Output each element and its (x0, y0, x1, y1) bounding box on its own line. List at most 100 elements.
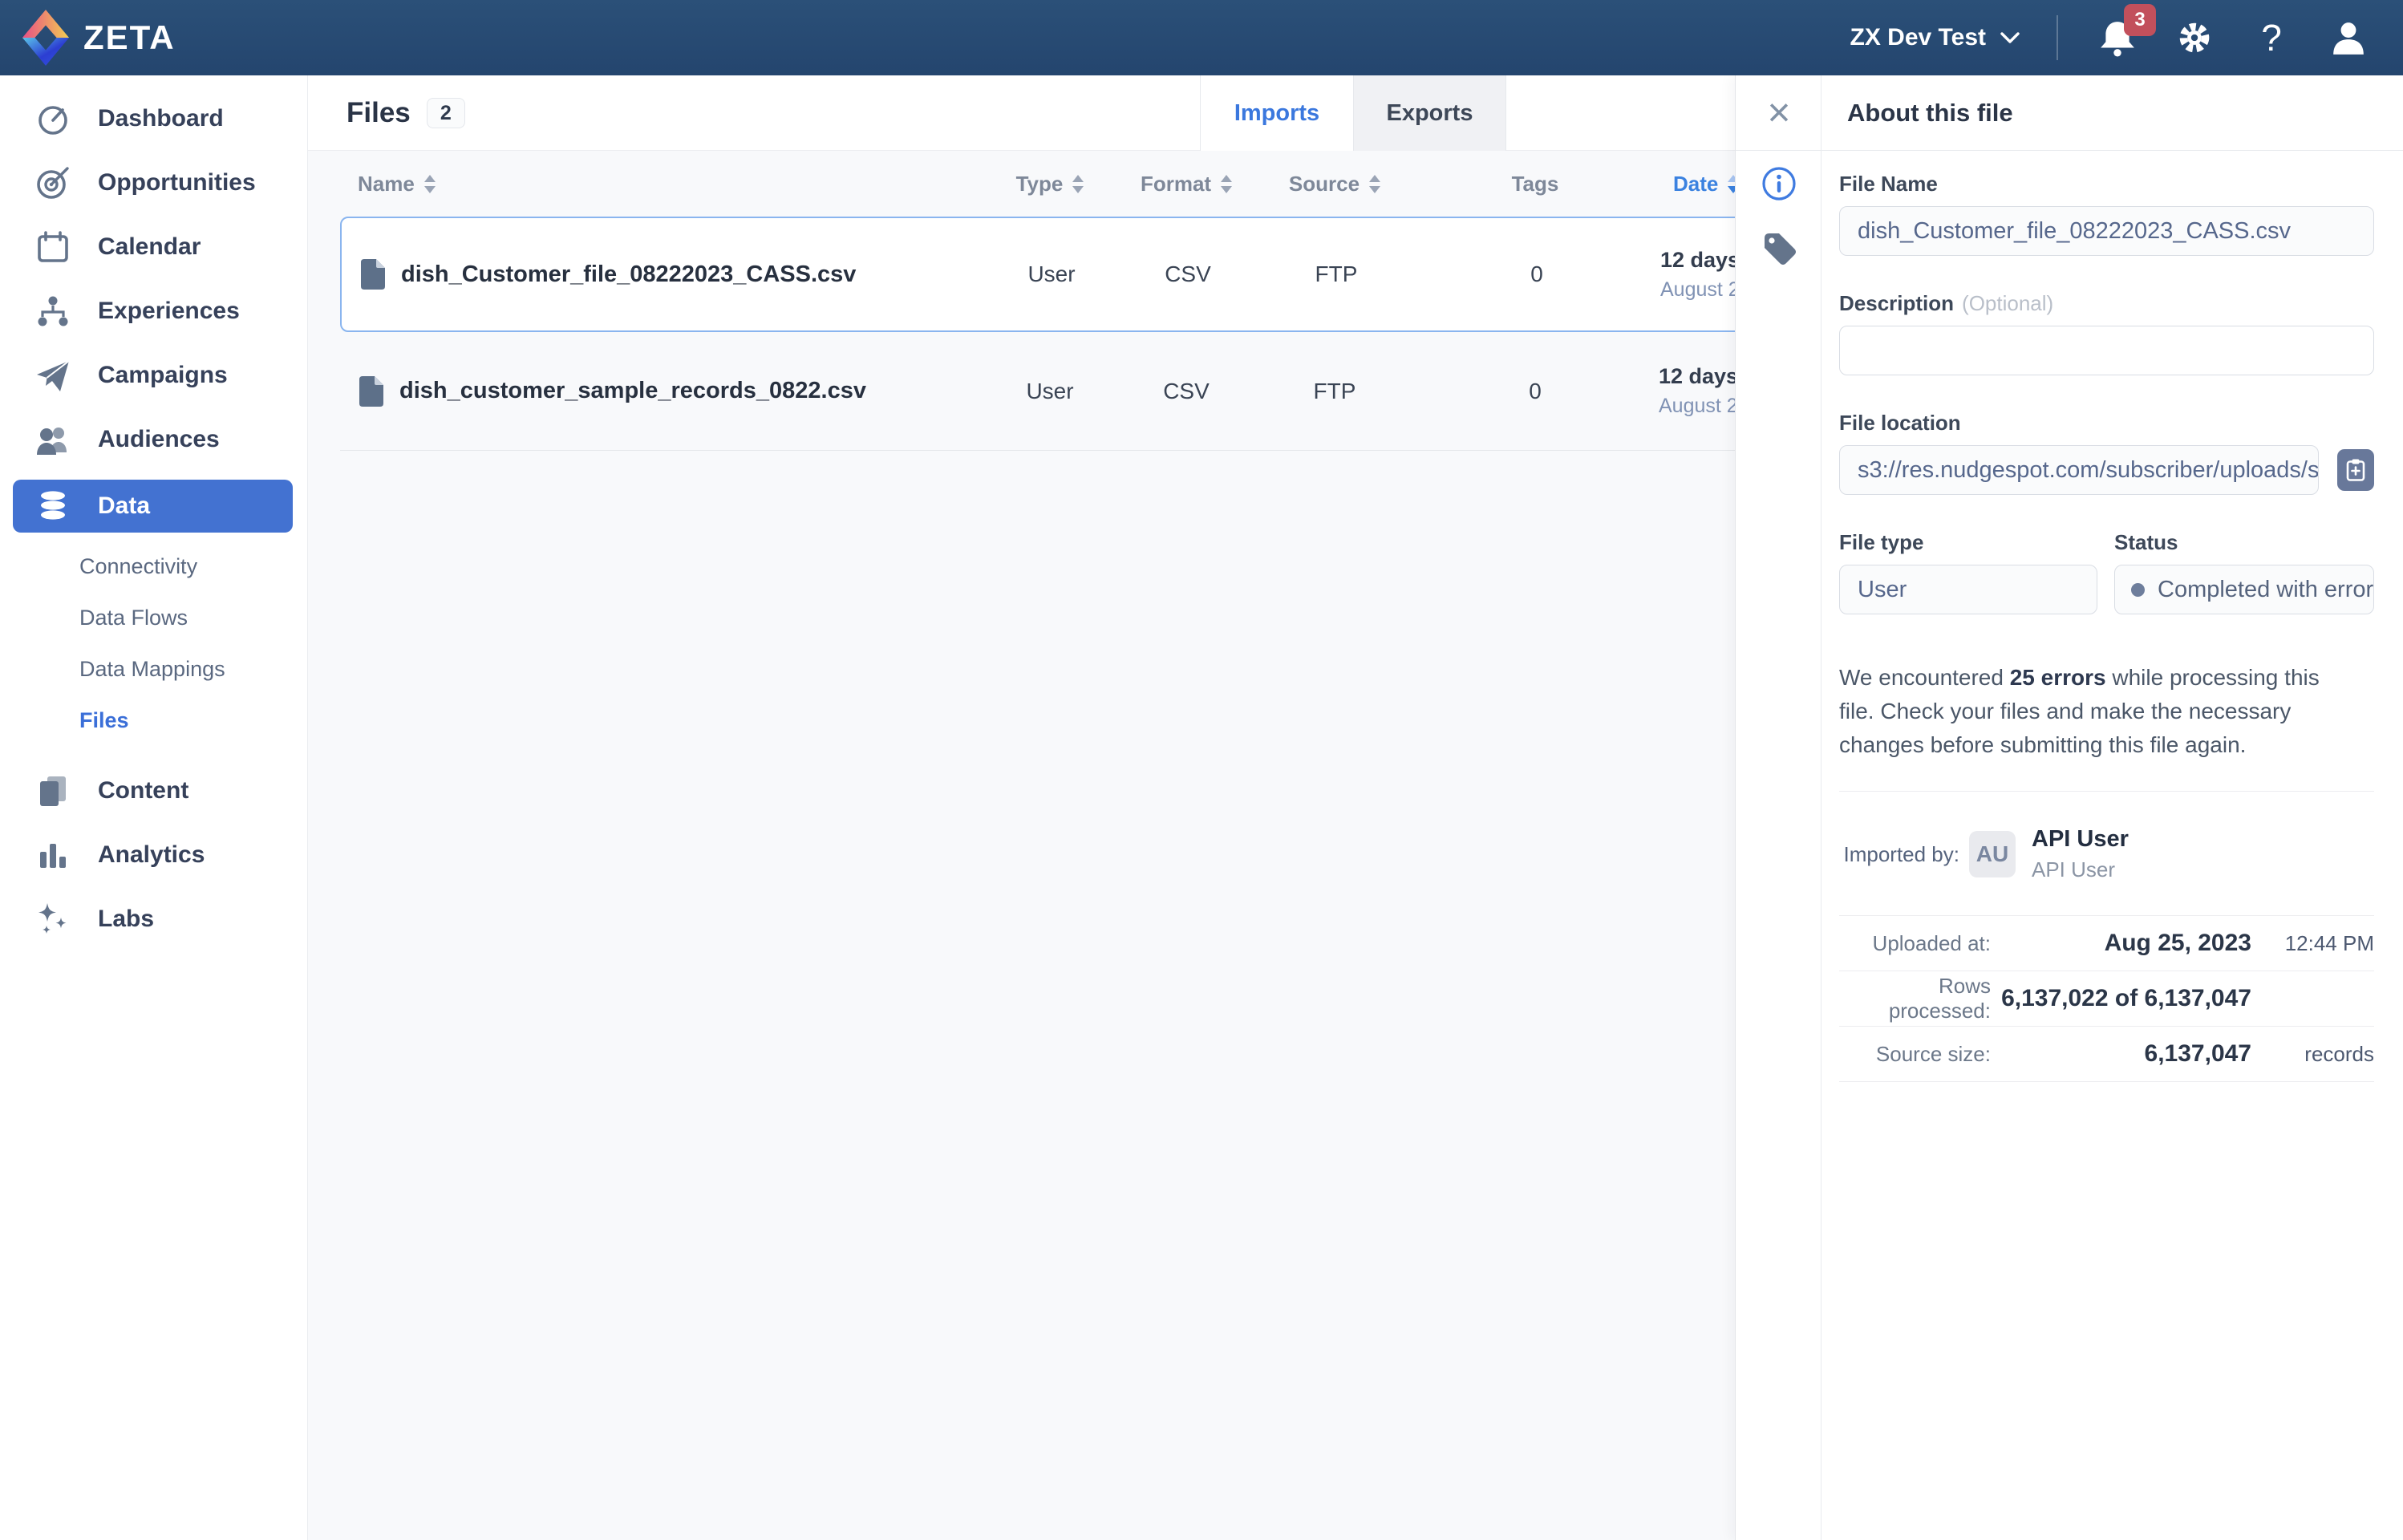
file-location-input[interactable]: s3://res.nudgespot.com/subscriber/upload… (1839, 445, 2319, 495)
column-label: Tags (1512, 172, 1559, 197)
sidebar-item-audiences[interactable]: Audiences (0, 407, 307, 472)
sidebar-item-labs[interactable]: Labs (0, 887, 307, 951)
meta-row-uploaded-at: Uploaded at: Aug 25, 2023 12:44 PM (1839, 916, 2374, 971)
account-switcher[interactable]: ZX Dev Test (1850, 24, 2020, 51)
file-format: CSV (1118, 379, 1254, 404)
table-row[interactable]: dish_customer_sample_records_0822.csv Us… (340, 332, 1893, 451)
navbar-divider (2057, 15, 2058, 60)
bar-chart-icon (35, 837, 71, 873)
column-label: Format (1141, 172, 1211, 197)
sidebar-item-calendar[interactable]: Calendar (0, 215, 307, 279)
sort-icon (424, 175, 436, 193)
file-type-input[interactable]: User (1839, 565, 2097, 614)
imported-by-label: Imported by: (1839, 842, 1959, 867)
close-icon[interactable]: × (1758, 88, 1800, 136)
meta-value: 6,137,047 (1991, 1040, 2251, 1068)
sidebar-subitem-data-flows[interactable]: Data Flows (0, 592, 307, 643)
sidebar-subitem-connectivity[interactable]: Connectivity (0, 541, 307, 592)
sidebar-item-analytics[interactable]: Analytics (0, 823, 307, 887)
label-text: File Name (1839, 172, 1938, 196)
meta-extra: records (2251, 1042, 2374, 1067)
file-icon (359, 376, 383, 407)
meta-label: Uploaded at: (1839, 931, 1991, 956)
file-type-label: File type (1839, 530, 2097, 555)
settings-button[interactable] (2172, 15, 2217, 60)
notifications-button[interactable]: 3 (2095, 15, 2140, 60)
sidebar-item-campaigns[interactable]: Campaigns (0, 343, 307, 407)
tab-imports[interactable]: Imports (1200, 75, 1353, 151)
brand-name: ZETA (83, 18, 176, 57)
column-header-name[interactable]: Name (340, 172, 982, 197)
account-name: ZX Dev Test (1850, 24, 1987, 51)
meta-value: Aug 25, 2023 (1991, 930, 2251, 957)
file-type: User (982, 379, 1118, 404)
chevron-down-icon (2000, 32, 2020, 44)
date-relative: 12 days (1660, 248, 1740, 272)
sidebar-item-label: Data (98, 492, 150, 520)
meta-extra: 12:44 PM (2251, 931, 2374, 956)
panel-title: About this file (1847, 75, 2013, 151)
brand[interactable]: ZETA (21, 8, 176, 67)
error-prefix: We encountered (1839, 665, 2010, 690)
column-label: Date (1673, 172, 1718, 197)
table-row[interactable]: dish_Customer_file_08222023_CASS.csv Use… (340, 217, 1893, 332)
column-header-format[interactable]: Format (1118, 172, 1254, 197)
tab-exports[interactable]: Exports (1353, 75, 1506, 151)
notification-count-badge: 3 (2124, 4, 2156, 36)
sidebar-subitem-files[interactable]: Files (0, 695, 307, 746)
label-text: File location (1839, 411, 1961, 435)
column-label: Type (1016, 172, 1064, 197)
sidebar-item-label: Dashboard (98, 105, 224, 132)
label-text: Description (1839, 291, 1954, 315)
meta-row-rows-processed: Rows processed: 6,137,022 of 6,137,047 (1839, 971, 2374, 1027)
sidebar-item-dashboard[interactable]: Dashboard (0, 87, 307, 151)
panel-body: File Name dish_Customer_file_08222023_CA… (1839, 151, 2374, 1540)
column-header-tags[interactable]: Tags (1415, 172, 1655, 197)
panel-header: About this file (1736, 75, 2403, 151)
sidebar-item-label: Opportunities (98, 169, 256, 197)
clipboard-plus-icon (2345, 458, 2366, 482)
user-menu-button[interactable] (2326, 15, 2371, 60)
sidebar-item-label: Experiences (98, 298, 240, 325)
info-tab-icon[interactable] (1761, 165, 1797, 202)
status-dot-icon (2131, 583, 2145, 597)
tag-tab-icon[interactable] (1761, 229, 1797, 266)
description-input[interactable] (1839, 326, 2374, 375)
file-tags-count: 0 (1416, 261, 1657, 287)
sidebar-item-opportunities[interactable]: Opportunities (0, 151, 307, 215)
status-field: Completed with errors (2114, 565, 2374, 614)
meta-label: Source size: (1839, 1042, 1991, 1067)
users-icon (35, 422, 71, 457)
sidebar-subitem-data-mappings[interactable]: Data Mappings (0, 643, 307, 695)
subitem-label: Data Mappings (79, 657, 225, 682)
top-navbar: ZETA ZX Dev Test 3 (0, 0, 2403, 75)
optional-hint: (Optional) (1962, 291, 2053, 315)
subitem-label: Data Flows (79, 606, 188, 630)
column-header-source[interactable]: Source (1254, 172, 1415, 197)
tree-icon (35, 294, 71, 329)
imported-by-role: API User (2032, 857, 2129, 882)
subitem-label: Files (79, 708, 129, 733)
file-name-input[interactable]: dish_Customer_file_08222023_CASS.csv (1839, 206, 2374, 256)
meta-value: 6,137,022 of 6,137,047 (1991, 985, 2251, 1012)
page-title: Files (346, 97, 411, 129)
file-tags-count: 0 (1415, 379, 1655, 404)
copy-location-button[interactable] (2337, 449, 2374, 491)
paper-plane-icon (35, 358, 71, 393)
file-name: dish_customer_sample_records_0822.csv (399, 378, 866, 404)
sparkles-icon (35, 902, 71, 937)
description-label: Description (Optional) (1839, 291, 2374, 316)
target-icon (35, 165, 71, 201)
sidebar-item-content[interactable]: Content (0, 759, 307, 823)
help-button[interactable]: ? (2249, 15, 2294, 60)
column-header-type[interactable]: Type (982, 172, 1118, 197)
sidebar-item-data[interactable]: Data (13, 480, 293, 533)
sidebar-item-label: Calendar (98, 233, 201, 261)
gauge-icon (35, 101, 71, 136)
user-icon (2330, 19, 2367, 56)
pages-icon (35, 773, 71, 808)
file-type: User (983, 261, 1120, 287)
calendar-icon (35, 229, 71, 265)
sort-icon (1221, 175, 1232, 193)
sidebar-item-experiences[interactable]: Experiences (0, 279, 307, 343)
